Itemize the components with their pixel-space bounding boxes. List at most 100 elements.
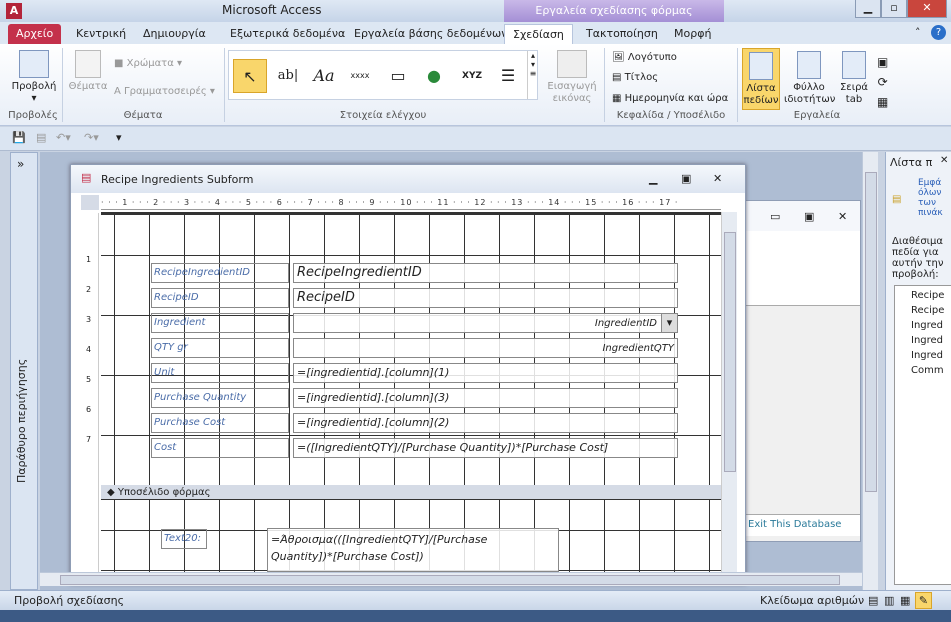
tab-create[interactable]: Δημιουργία [135,24,214,44]
list-box-icon[interactable]: ☰ [491,59,525,93]
field-value: =([IngredientQTY]/[Purchase Quantity])*[… [297,441,609,454]
tab-arrange[interactable]: Τακτοποίηση [578,24,666,44]
label-icon[interactable]: Aa [307,59,341,93]
sum-expression-line-2: Quantity])*[Purchase Cost]) [271,550,424,563]
tab-format[interactable]: Μορφή [666,24,719,44]
field-label[interactable]: RecipeIngredientID [151,263,289,283]
field-item[interactable]: Ingred [911,348,951,363]
hyperlink-globe-icon[interactable]: ● [417,59,451,93]
horizontal-scrollbar[interactable] [40,572,862,586]
layout-view-icon[interactable]: ▥ [884,591,894,610]
redo-icon[interactable]: ↷▾ [84,131,99,144]
expand-nav-icon[interactable]: » [17,157,24,171]
minimize-ribbon-icon[interactable]: ˄ [915,26,921,39]
maximize-button[interactable]: ▫ [881,0,907,18]
insert-image-button[interactable]: Εισαγωγή εικόνας [546,50,598,105]
text20-label[interactable]: Text20: [161,529,207,549]
property-sheet-button[interactable]: Φύλλο ιδιοτήτων [784,50,835,106]
tab-file[interactable]: Αρχείο [8,24,62,44]
tab-database-tools[interactable]: Εργαλεία βάσης δεδομένων [346,24,515,44]
navigation-pane[interactable]: » Παράθυρο περιήγησης [10,152,38,590]
code-icon[interactable]: ▦ [877,92,888,112]
datasheet-view-icon[interactable]: ▦ [900,591,910,610]
hscroll-thumb[interactable] [60,575,840,585]
themes-label: Θέματα [68,81,108,92]
textbox-icon[interactable]: ab| [271,59,305,93]
field-item[interactable]: Comm [911,363,951,378]
form-vscroll-thumb[interactable] [724,232,736,472]
undo-icon[interactable]: ↶▾ [56,131,71,144]
access-app-icon[interactable]: A [6,3,22,19]
field-textbox[interactable]: =[ingredientid].[column](1) [293,363,678,383]
subform-icon[interactable]: ▣ [877,52,888,72]
select-form-box[interactable] [81,195,99,210]
form-close-icon[interactable]: ✕ [713,172,722,185]
tab-control-icon[interactable]: ▭ [381,59,415,93]
title-button[interactable]: ▤ Τίτλος [612,72,658,84]
field-textbox[interactable]: =[ingredientid].[column](2) [293,413,678,433]
colors-button[interactable]: ■ Χρώματα ▾ [114,58,182,70]
field-textbox[interactable]: =[ingredientid].[column](3) [293,388,678,408]
close-button[interactable]: ✕ [907,0,947,18]
background-form-window[interactable]: ▭ ▣ ✕ Exit This Database [745,200,861,542]
minimize-button[interactable]: ▁ [855,0,881,18]
bg-restore-icon[interactable]: ▣ [804,210,814,223]
field-label[interactable]: RecipeID [151,288,289,308]
small-tools: ▣ ⟳ ▦ [877,52,888,112]
field-label[interactable]: Purchase Quantity [151,388,289,408]
form-vertical-scrollbar[interactable] [721,212,737,572]
save-icon[interactable]: 💾 [12,131,26,144]
bg-close-icon[interactable]: ✕ [838,210,847,223]
field-textbox[interactable]: RecipeID [293,288,678,308]
field-item[interactable]: Ingred [911,333,951,348]
design-view-icon[interactable]: ✎ [915,592,932,609]
fonts-button[interactable]: A Γραμματοσειρές ▾ [114,86,215,98]
convert-macros-icon[interactable]: ⟳ [877,72,888,92]
help-icon[interactable]: ? [931,25,946,40]
gallery-scroll[interactable]: ▴ ▾ ≡ [527,51,538,99]
field-label[interactable]: Purchase Cost [151,413,289,433]
field-item[interactable]: Ingred [911,318,951,333]
date-time-button[interactable]: ▦ Ημερομηνία και ώρα [612,93,728,105]
select-pointer-icon[interactable]: ↖ [233,59,267,93]
view-button[interactable]: Προβολή ▾ [10,50,58,105]
field-label[interactable]: Cost [151,438,289,458]
tab-home[interactable]: Κεντρική [68,24,134,44]
field-textbox[interactable]: =([IngredientQTY]/[Purchase Quantity])*[… [293,438,678,458]
sum-textbox[interactable]: =Άθροισμα(([IngredientQTY]/[Purchase Qua… [267,528,559,572]
form-view-icon[interactable]: ▤ [868,591,878,610]
button-control-icon[interactable]: xxxx [343,59,377,93]
field-item[interactable]: Recipe [911,288,951,303]
detail-section[interactable]: RecipeIngredientID RecipeIngredientID Reci… [101,212,721,485]
tab-order-button[interactable]: Σειρά tab [838,50,870,106]
footer-section[interactable]: Text20: =Άθροισμα(([IngredientQTY]/[Purc… [101,500,721,572]
form-footer-bar[interactable]: ◆ Υποσέλιδο φόρμας [101,485,721,500]
field-label[interactable]: QTY gr [151,338,289,358]
tab-design[interactable]: Σχεδίαση [504,24,573,44]
logo-button[interactable]: 🖼 Λογότυπο [612,52,677,64]
field-label[interactable]: Ingredient [151,313,289,333]
status-bar: Προβολή σχεδίασης Κλείδωμα αριθμών ▤ ▥ ▦… [0,590,951,610]
field-textbox[interactable]: IngredientQTY [293,338,678,358]
field-list-close-icon[interactable]: ✕ [940,155,948,166]
combo-dropdown-icon[interactable]: ▾ [661,314,677,332]
print-icon[interactable]: ▤ [36,131,46,144]
field-item[interactable]: Recipe [911,303,951,318]
field-list-button[interactable]: Λίστα πεδίων [742,48,780,110]
vruler-tick: 4 [86,345,92,354]
field-textbox[interactable]: IngredientID ▾ [293,313,678,333]
option-group-icon[interactable]: XYZ [455,59,489,93]
workspace-vscroll-thumb[interactable] [865,172,877,492]
form-minimize-icon[interactable]: ▁ [649,172,657,185]
customize-qat-icon[interactable]: ▾ [116,131,122,144]
themes-button[interactable]: Θέματα [68,50,108,93]
exit-database-link[interactable]: Exit This Database [746,514,860,536]
tab-external-data[interactable]: Εξωτερικά δεδομένα [222,24,353,44]
field-label[interactable]: Unit [151,363,289,383]
form-restore-icon[interactable]: ▣ [681,172,691,185]
form-titlebar: ▤ Recipe Ingredients Subform ▁ ▣ ✕ [71,165,745,193]
show-all-tables-link[interactable]: Εμφά όλων των πινάκ [918,178,950,218]
bg-minimize-icon[interactable]: ▭ [770,210,780,223]
field-textbox[interactable]: RecipeIngredientID [293,263,678,283]
workspace-vertical-scrollbar[interactable] [862,152,878,590]
